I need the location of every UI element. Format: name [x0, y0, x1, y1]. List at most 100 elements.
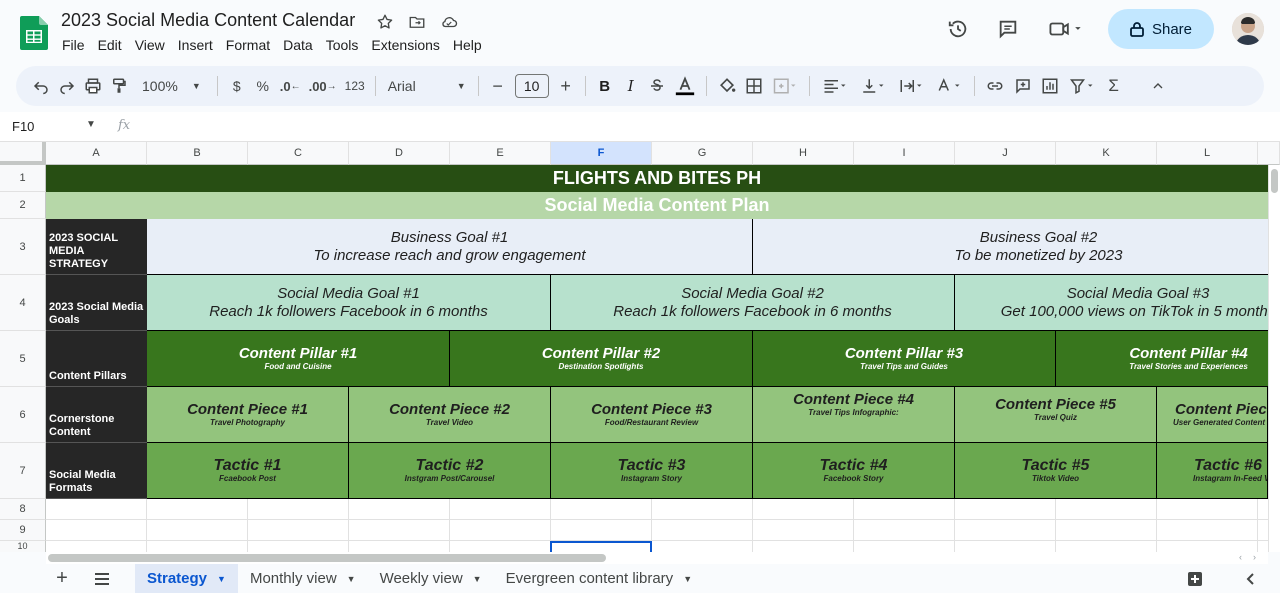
menu-tools[interactable]: Tools — [326, 37, 365, 53]
chevron-down-icon[interactable]: ▼ — [683, 574, 692, 584]
horizontal-scroll-thumb[interactable] — [48, 554, 606, 562]
document-title[interactable]: 2023 Social Media Content Calendar — [61, 10, 355, 31]
column-header-c[interactable]: C — [248, 142, 349, 165]
menu-format[interactable]: Format — [226, 37, 276, 53]
sm-goal-3-cell[interactable]: Social Media Goal #3 Get 100,000 views o… — [955, 275, 1280, 331]
insert-comment-icon[interactable] — [1009, 72, 1037, 100]
insert-chart-icon[interactable] — [1037, 72, 1063, 100]
menu-help[interactable]: Help — [453, 37, 488, 53]
paint-format-icon[interactable] — [106, 72, 132, 100]
content-pillar-4-cell[interactable]: Content Pillar #4 Travel Stories and Exp… — [1056, 331, 1280, 387]
column-header-h[interactable]: H — [753, 142, 854, 165]
business-goal-2-cell[interactable]: Business Goal #2 To be monetized by 2023 — [753, 219, 1280, 275]
share-button[interactable]: Share — [1108, 9, 1214, 49]
scroll-left-icon[interactable]: ‹ — [1239, 552, 1242, 562]
italic-button[interactable]: I — [618, 72, 644, 100]
increase-decimal-button[interactable]: .00 → — [305, 72, 341, 100]
empty-row-10[interactable] — [46, 541, 1268, 552]
bold-button[interactable]: B — [592, 72, 618, 100]
column-header-e[interactable]: E — [450, 142, 551, 165]
star-icon[interactable] — [374, 11, 396, 33]
chevron-down-icon[interactable]: ▼ — [347, 574, 356, 584]
explore-icon[interactable] — [1184, 568, 1206, 590]
text-color-icon[interactable] — [670, 72, 700, 100]
menu-view[interactable]: View — [135, 37, 171, 53]
vertical-scrollbar[interactable] — [1268, 165, 1280, 552]
strikethrough-icon[interactable] — [644, 72, 670, 100]
content-pillar-1-cell[interactable]: Content Pillar #1 Food and Cuisine — [147, 331, 450, 387]
font-select[interactable]: Arial ▼ — [382, 72, 472, 100]
column-header-l[interactable]: L — [1157, 142, 1258, 165]
horizontal-align-icon[interactable] — [816, 72, 854, 100]
content-pillar-2-cell[interactable]: Content Pillar #2 Destination Spotlights — [450, 331, 753, 387]
column-header-a[interactable]: A — [46, 142, 147, 165]
meet-icon[interactable] — [1042, 13, 1090, 45]
borders-icon[interactable] — [741, 72, 767, 100]
horizontal-scrollbar[interactable]: ‹ › — [46, 552, 1268, 564]
tab-strategy[interactable]: Strategy ▼ — [135, 564, 238, 593]
column-header-i[interactable]: I — [854, 142, 955, 165]
row-header-1[interactable]: 1 — [0, 165, 46, 192]
text-rotation-icon[interactable] — [930, 72, 968, 100]
insert-link-icon[interactable] — [981, 72, 1009, 100]
increase-font-size-icon[interactable]: + — [553, 72, 579, 100]
content-piece-2-cell[interactable]: Content Piece #2 Travel Video — [349, 387, 551, 443]
spreadsheet-grid[interactable]: A B C D E F G H I J K L 1 2 3 4 5 6 7 8 … — [0, 142, 1280, 552]
menu-edit[interactable]: Edit — [98, 37, 128, 53]
vertical-align-icon[interactable] — [854, 72, 892, 100]
row-header-10[interactable]: 10 — [0, 541, 46, 552]
cloud-status-icon[interactable] — [438, 11, 460, 33]
row-header-8[interactable]: 8 — [0, 499, 46, 520]
label-pillars-cell[interactable]: Content Pillars — [46, 331, 147, 387]
chevron-up-icon[interactable] — [1145, 72, 1171, 100]
chevron-down-icon[interactable]: ▼ — [217, 574, 226, 584]
text-wrap-icon[interactable] — [892, 72, 930, 100]
column-header-f[interactable]: F — [551, 142, 652, 165]
scroll-right-icon[interactable]: › — [1253, 552, 1256, 562]
collapse-side-panel-icon[interactable] — [1240, 568, 1262, 590]
percent-format-button[interactable]: % — [250, 72, 276, 100]
content-piece-1-cell[interactable]: Content Piece #1 Travel Photography — [147, 387, 349, 443]
label-strategy-cell[interactable]: 2023 SOCIAL MEDIA STRATEGY — [46, 219, 147, 275]
add-sheet-icon[interactable]: + — [51, 567, 73, 590]
sm-goal-2-cell[interactable]: Social Media Goal #2 Reach 1k followers … — [551, 275, 955, 331]
functions-icon[interactable]: Σ — [1101, 72, 1127, 100]
merge-cells-icon[interactable] — [767, 72, 803, 100]
font-size-field[interactable]: 10 — [511, 72, 553, 100]
row-header-9[interactable]: 9 — [0, 520, 46, 541]
undo-icon[interactable] — [28, 72, 54, 100]
decrease-font-size-icon[interactable]: − — [485, 72, 511, 100]
label-goals-cell[interactable]: 2023 Social Media Goals — [46, 275, 147, 331]
banner-title-cell[interactable]: FLIGHTS AND BITES PH — [46, 165, 1268, 192]
menu-file[interactable]: File — [62, 37, 91, 53]
menu-data[interactable]: Data — [283, 37, 319, 53]
tactic-6-cell[interactable]: Tactic #6 Instagram In-Feed V — [1157, 443, 1268, 499]
sm-goal-1-cell[interactable]: Social Media Goal #1 Reach 1k followers … — [147, 275, 551, 331]
row-header-4[interactable]: 4 — [0, 275, 46, 331]
tactic-4-cell[interactable]: Tactic #4 Facebook Story — [753, 443, 955, 499]
label-cornerstone-cell[interactable]: Cornerstone Content — [46, 387, 147, 443]
content-piece-4-cell[interactable]: Content Piece #4 Travel Tips Infographic… — [753, 387, 955, 443]
content-piece-3-cell[interactable]: Content Piece #3 Food/Restaurant Review — [551, 387, 753, 443]
column-header-b[interactable]: B — [147, 142, 248, 165]
column-header-j[interactable]: J — [955, 142, 1056, 165]
content-pillar-3-cell[interactable]: Content Pillar #3 Travel Tips and Guides — [753, 331, 1056, 387]
label-formats-cell[interactable]: Social Media Formats — [46, 443, 147, 499]
select-all-corner[interactable] — [0, 142, 46, 165]
currency-format-button[interactable]: $ — [224, 72, 250, 100]
row-header-3[interactable]: 3 — [0, 219, 46, 275]
avatar[interactable] — [1232, 13, 1264, 45]
row-header-6[interactable]: 6 — [0, 387, 46, 443]
version-history-icon[interactable] — [942, 13, 974, 45]
row-header-2[interactable]: 2 — [0, 192, 46, 219]
row-header-7[interactable]: 7 — [0, 443, 46, 499]
number-format-button[interactable]: 123 — [341, 72, 369, 100]
tactic-1-cell[interactable]: Tactic #1 Fcaebook Post — [147, 443, 349, 499]
chevron-down-icon[interactable]: ▼ — [86, 119, 96, 130]
tab-monthly-view[interactable]: Monthly view ▼ — [238, 564, 368, 593]
filter-icon[interactable] — [1063, 72, 1101, 100]
row-header-5[interactable]: 5 — [0, 331, 46, 387]
tactic-5-cell[interactable]: Tactic #5 Tiktok Video — [955, 443, 1157, 499]
banner-subtitle-cell[interactable]: Social Media Content Plan — [46, 192, 1268, 219]
print-icon[interactable] — [80, 72, 106, 100]
